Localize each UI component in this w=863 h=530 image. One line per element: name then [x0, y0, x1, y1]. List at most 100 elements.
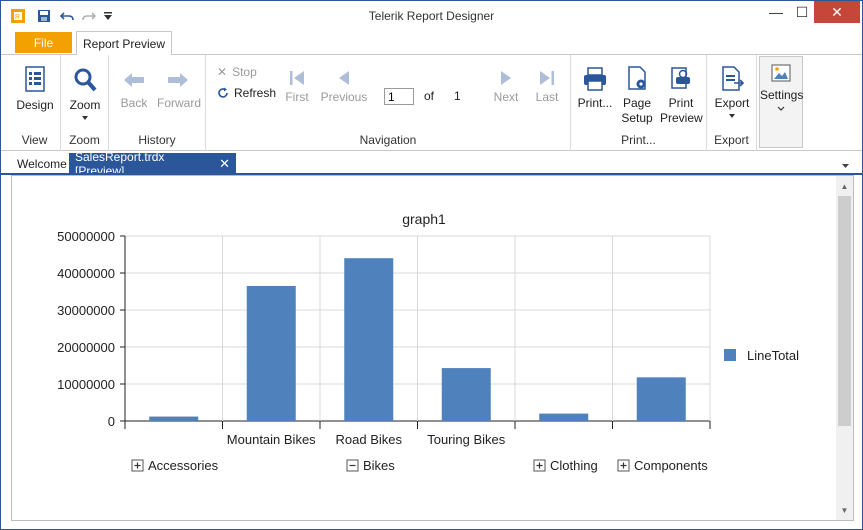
tab-sales-report-preview[interactable]: SalesReport.trdx [Preview] ✕ [69, 150, 236, 178]
group-label-export: Export [714, 133, 749, 147]
first-page-icon [290, 71, 304, 85]
forward-button[interactable]: Forward [157, 67, 202, 111]
print-label: Print... [577, 96, 613, 110]
report-preview-area[interactable]: graph1 0 10000000 20000000 30000000 40000000… [11, 175, 854, 521]
bar-mountain-bikes [246, 285, 296, 421]
refresh-icon [218, 87, 228, 98]
settings-chevron-down-icon [777, 106, 785, 111]
y-tick-label: 50000000 [57, 229, 115, 244]
group-label-history: History [138, 133, 176, 147]
x-category-label: Road Bikes [336, 432, 403, 447]
print-preview-label-2: Preview [660, 111, 703, 125]
y-tick-label: 40000000 [57, 266, 115, 281]
export-dropdown-arrow-icon [729, 114, 735, 118]
zoom-label: Zoom [69, 98, 101, 112]
settings-label: Settings [760, 88, 804, 102]
group-navigation: ✕ Stop Refresh First Previous of 1 [206, 55, 571, 151]
tab-list-dropdown-icon[interactable] [841, 158, 850, 172]
y-tick-label: 10000000 [57, 377, 115, 392]
group-label: Components [634, 458, 708, 473]
group-label: Clothing [550, 458, 598, 473]
group-zoom: Zoom Zoom [61, 55, 109, 151]
bar-components [636, 377, 686, 421]
previous-page-icon [339, 71, 349, 85]
settings-image-icon [771, 64, 791, 82]
next-page-button[interactable]: Next [489, 69, 523, 105]
tab-file[interactable]: File [15, 32, 72, 53]
document-tab-strip: Welcome SalesReport.trdx [Preview] ✕ [1, 150, 862, 178]
design-icon [25, 66, 45, 92]
design-label: Design [16, 98, 54, 112]
refresh-label: Refresh [234, 86, 277, 100]
page-setup-icon [628, 66, 646, 90]
maximize-button[interactable]: ☐ [787, 1, 817, 23]
design-button[interactable]: Design [15, 65, 55, 113]
group-label: Accessories [148, 458, 219, 473]
ribbon-tab-strip: File Report Preview [1, 31, 862, 56]
forward-label: Forward [157, 96, 202, 110]
group-label: Bikes [363, 458, 395, 473]
first-page-label: First [285, 90, 309, 104]
y-tick-label: 0 [108, 414, 115, 429]
title-bar: R Telerik Report Designer — ☐ ✕ [1, 1, 862, 31]
page-setup-button[interactable]: Page Setup [618, 65, 656, 126]
group-label-navigation: Navigation [359, 133, 417, 147]
bar-chart: graph1 0 10000000 20000000 30000000 40000000… [57, 211, 799, 473]
printer-icon [584, 67, 606, 91]
first-page-button[interactable]: First [280, 69, 314, 105]
vertical-scrollbar[interactable]: ▲ ▼ [836, 176, 853, 520]
page-setup-label-2: Setup [621, 111, 653, 125]
legend-swatch [724, 349, 736, 361]
stop-label: Stop [232, 65, 257, 79]
x-axis-labels: Mountain Bikes Road Bikes Touring Bikes [227, 432, 506, 447]
group-view: Design View [9, 55, 61, 151]
export-icon [722, 66, 745, 91]
close-tab-icon[interactable]: ✕ [219, 156, 230, 172]
back-label: Back [120, 96, 148, 110]
total-pages-label: 1 [454, 89, 461, 103]
print-preview-button[interactable]: Print Preview [660, 65, 703, 126]
ribbon: Design View Zoom Zoom Back Forward Histo… [1, 55, 862, 151]
previous-page-label: Previous [320, 90, 368, 104]
export-button[interactable]: Export [712, 65, 752, 119]
tab-report-preview[interactable]: Report Preview [76, 31, 172, 56]
forward-arrow-icon [168, 73, 188, 87]
previous-page-button[interactable]: Previous [319, 69, 369, 105]
bar-road-bikes [344, 258, 394, 421]
tab-welcome[interactable]: Welcome [11, 153, 73, 174]
refresh-button[interactable]: Refresh [217, 86, 276, 100]
close-window-button[interactable]: ✕ [814, 1, 860, 23]
scroll-down-icon[interactable]: ▼ [836, 506, 853, 515]
chart-gridlines [124, 235, 711, 429]
zoom-button[interactable]: Zoom [65, 65, 105, 121]
page-number-input[interactable] [384, 88, 414, 105]
group-label-print: Print... [621, 133, 656, 147]
group-settings: Settings [759, 56, 803, 148]
last-page-icon [540, 71, 554, 85]
last-page-label: Last [535, 90, 559, 104]
back-button[interactable]: Back [115, 67, 153, 111]
group-label-view: View [21, 133, 48, 147]
stop-icon: ✕ [217, 65, 228, 79]
bar-clothing [539, 413, 589, 421]
app-window: R Telerik Report Designer — ☐ ✕ File Rep… [0, 0, 863, 530]
scroll-up-icon[interactable]: ▲ [836, 182, 853, 191]
category-groups: Accessories Bikes Clothing Components [131, 458, 708, 473]
scrollbar-thumb[interactable] [838, 196, 851, 426]
group-history: Back Forward History [109, 55, 206, 151]
window-title: Telerik Report Designer [368, 9, 495, 23]
group-print: Print... Page Setup Print Preview Print.… [571, 55, 707, 151]
settings-button[interactable]: Settings [760, 63, 804, 112]
last-page-button[interactable]: Last [530, 69, 564, 105]
group-export: Export Export [707, 55, 757, 151]
print-preview-icon [671, 67, 690, 89]
y-axis-ticks: 0 10000000 20000000 30000000 40000000 5000000… [57, 229, 125, 429]
stop-button[interactable]: ✕ Stop [217, 65, 257, 79]
group-label-zoom: Zoom [69, 133, 100, 147]
x-category-label: Touring Bikes [427, 432, 506, 447]
zoom-dropdown-arrow-icon [82, 116, 88, 120]
next-page-icon [501, 71, 511, 85]
back-arrow-icon [124, 73, 144, 87]
y-tick-label: 30000000 [57, 303, 115, 318]
print-button[interactable]: Print... [577, 65, 613, 111]
